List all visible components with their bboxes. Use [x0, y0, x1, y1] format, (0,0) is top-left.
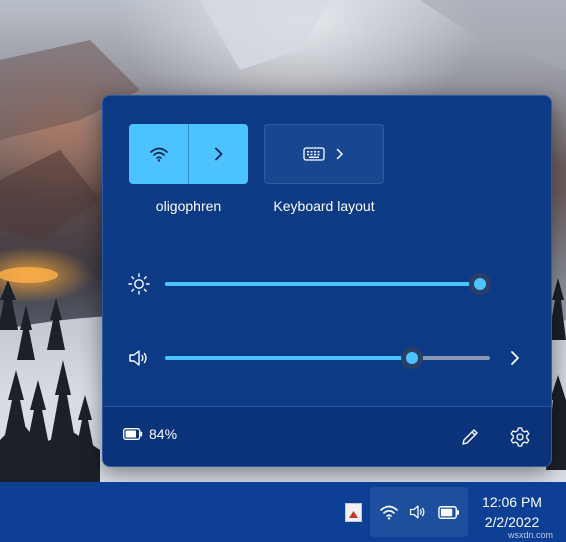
- gear-icon[interactable]: [508, 425, 532, 449]
- volume-slider[interactable]: [165, 347, 490, 369]
- battery-icon: [123, 428, 143, 440]
- clock-time: 12:06 PM: [482, 494, 542, 510]
- pencil-icon[interactable]: [458, 425, 482, 449]
- system-tray-button[interactable]: [370, 487, 468, 537]
- chevron-right-icon: [336, 148, 343, 160]
- speaker-icon: [409, 505, 425, 519]
- brightness-slider-thumb[interactable]: [469, 273, 492, 295]
- sun-icon: [128, 273, 150, 295]
- taskbar: 12:06 PM 2/2/2022: [0, 482, 566, 542]
- wifi-expand-button[interactable]: [189, 124, 248, 184]
- volume-fill: [165, 356, 412, 360]
- quick-settings-flyout: oligophren Keyboard layout 84%: [102, 95, 552, 467]
- chevron-right-icon: [214, 147, 222, 161]
- battery-status[interactable]: 84%: [123, 426, 177, 442]
- flyout-footer: 84%: [103, 406, 551, 466]
- wifi-tile: [129, 124, 248, 184]
- brightness-fill: [165, 282, 481, 286]
- app-icon[interactable]: [345, 503, 362, 522]
- wifi-icon: [149, 147, 168, 162]
- wifi-network-label: oligophren: [155, 198, 222, 214]
- volume-slider-row: [103, 343, 551, 373]
- clock-date: 2/2/2022: [484, 514, 540, 530]
- app-icon-graphic: [349, 511, 358, 518]
- taskbar-clock[interactable]: 12:06 PM 2/2/2022: [470, 492, 554, 532]
- keyboard-layout-label: Keyboard layout: [273, 198, 375, 214]
- battery-icon: [437, 505, 459, 519]
- keyboard-layout-button[interactable]: [264, 124, 384, 184]
- battery-percent: 84%: [149, 426, 178, 442]
- wifi-toggle-button[interactable]: [129, 124, 188, 184]
- keyboard-icon: [303, 147, 325, 161]
- brightness-slider[interactable]: [165, 273, 492, 295]
- wifi-icon: [379, 505, 398, 520]
- watermark: wsxdn.com: [508, 530, 554, 540]
- chevron-right-icon[interactable]: [505, 348, 525, 368]
- volume-slider-thumb[interactable]: [401, 347, 423, 369]
- speaker-icon[interactable]: [127, 346, 151, 370]
- brightness-slider-row: [103, 269, 551, 299]
